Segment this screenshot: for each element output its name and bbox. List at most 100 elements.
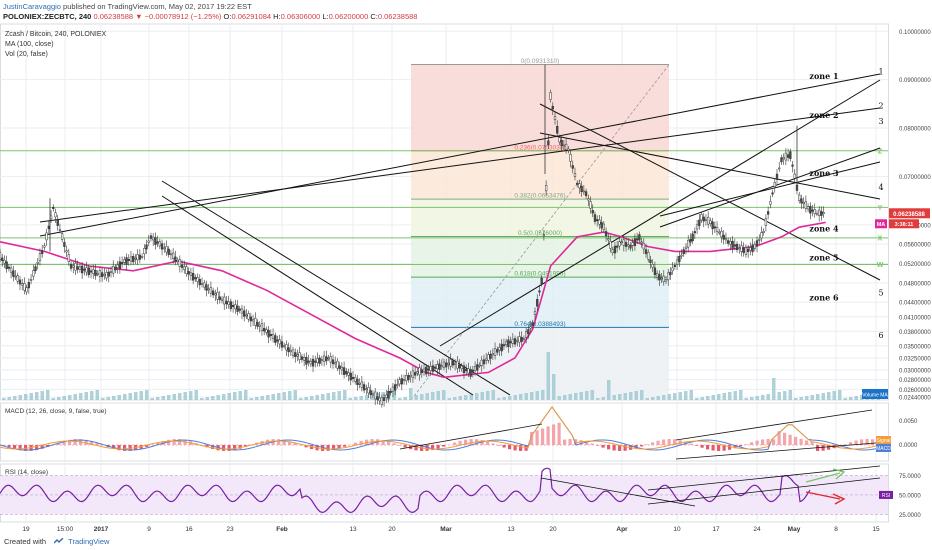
- volume-bar: [321, 394, 325, 400]
- volume-bar: [348, 398, 352, 400]
- legend-vol[interactable]: Vol (20, false): [5, 51, 48, 58]
- macd-histogram-bar: [453, 442, 457, 445]
- candle-body: [764, 218, 768, 226]
- candle-body: [374, 391, 377, 400]
- candle-body: [531, 322, 534, 326]
- candle-body: [420, 369, 423, 374]
- candle-body: [731, 240, 734, 249]
- candle-body: [693, 231, 697, 234]
- macd-histogram-bar: [491, 443, 495, 445]
- volume-bar: [854, 396, 858, 400]
- zone-label: zone 6: [809, 292, 839, 302]
- candle-body: [356, 378, 359, 385]
- candle-body: [709, 220, 712, 224]
- candle-body: [291, 349, 295, 356]
- candle-body: [542, 234, 546, 236]
- candle-body: [509, 341, 512, 344]
- macd-histogram-bar: [590, 443, 594, 445]
- x-tick-label: 23: [226, 526, 234, 533]
- candle-body: [822, 212, 825, 215]
- candle-body: [527, 329, 530, 334]
- macd-histogram-bar: [645, 444, 649, 445]
- candle-body: [138, 254, 142, 260]
- candle-body: [263, 328, 266, 332]
- candle-body: [713, 226, 716, 229]
- candle-body: [482, 359, 486, 365]
- candle-body: [704, 218, 708, 221]
- candle-body: [445, 362, 448, 368]
- candle-body: [298, 352, 301, 360]
- candle-body: [642, 243, 645, 250]
- macd-histogram-bar: [442, 445, 446, 447]
- candle-body: [32, 270, 35, 277]
- macd-histogram-bar: [607, 445, 611, 450]
- candle-body: [34, 266, 37, 272]
- candle-body: [496, 349, 499, 353]
- y-tick-label: 0.07000000: [899, 175, 931, 181]
- volume-bar: [585, 391, 589, 400]
- candle-body: [27, 282, 31, 289]
- candle-body: [680, 254, 683, 257]
- candle-body: [467, 368, 470, 374]
- candle-body: [576, 182, 579, 185]
- candle-body: [735, 243, 739, 251]
- publish-text: published on TradingView.com, May 02, 20…: [60, 2, 252, 11]
- volume-bar: [425, 393, 429, 400]
- volume-bar: [128, 393, 132, 400]
- candle-body: [396, 384, 399, 386]
- candle-body: [351, 377, 355, 379]
- macd-histogram-bar: [717, 445, 721, 451]
- x-tick-label: 10: [673, 526, 681, 533]
- candle-body: [505, 341, 508, 345]
- candle-body: [94, 269, 97, 277]
- candle-body: [92, 269, 95, 275]
- candle-body: [471, 369, 475, 372]
- volume-bar: [282, 392, 286, 400]
- candle-body: [189, 272, 193, 276]
- candle-body: [449, 359, 452, 367]
- author-link[interactable]: JustinCaravaggio: [3, 2, 61, 11]
- candle-body: [274, 335, 277, 343]
- candle-body: [629, 245, 632, 249]
- volume-bar: [403, 397, 407, 400]
- candle-body: [431, 365, 435, 372]
- candle-body: [336, 360, 339, 369]
- candle-body: [511, 338, 514, 344]
- candle-body: [760, 232, 763, 239]
- candle-body: [749, 247, 752, 251]
- volume-bar: [706, 396, 710, 400]
- zone-label: zone 1: [809, 71, 838, 81]
- y-tick-label: 0.03000000: [899, 368, 931, 374]
- candle-body: [285, 344, 288, 351]
- volume-bar: [68, 395, 72, 400]
- candle-body: [287, 347, 290, 353]
- candle-body: [340, 366, 344, 371]
- y-tick-label: 0.04100000: [899, 315, 931, 321]
- candle-body: [582, 190, 586, 193]
- macd-histogram-bar: [387, 441, 391, 445]
- macd-histogram-bar: [233, 445, 237, 451]
- candle-body: [172, 252, 175, 259]
- x-tick-label: 8: [834, 526, 838, 533]
- candle-body: [640, 241, 643, 244]
- macd-histogram-bar: [772, 439, 776, 445]
- candle-body: [160, 243, 164, 250]
- footer-brand[interactable]: TradingView: [68, 537, 109, 546]
- legend-title[interactable]: Zcash / Bitcoin, 240, POLONIEX: [5, 31, 106, 38]
- candle-body: [658, 274, 661, 281]
- legend-ma[interactable]: MA (100, close): [5, 41, 54, 48]
- volume-bar: [84, 392, 88, 400]
- macd-histogram-bar: [805, 440, 809, 445]
- symbol-line: POLONIEX:ZECBTC, 240 0.06238588 ▼ −0.000…: [3, 12, 417, 21]
- chart-svg[interactable]: 19 15:00 2017 9 16 23 Feb 13 20 Mar 13 20 Apr 10 17 24 M…: [0, 0, 932, 550]
- volume-bar: [563, 395, 567, 400]
- candle-body: [203, 282, 206, 288]
- macd-histogram-bar: [612, 445, 616, 451]
- candle-body: [516, 340, 519, 342]
- candle-body: [607, 238, 610, 241]
- candle-body: [811, 209, 814, 212]
- candle-body: [311, 358, 315, 367]
- candle-body: [187, 271, 190, 275]
- candle-body: [687, 239, 690, 248]
- macd-histogram-bar: [667, 439, 671, 445]
